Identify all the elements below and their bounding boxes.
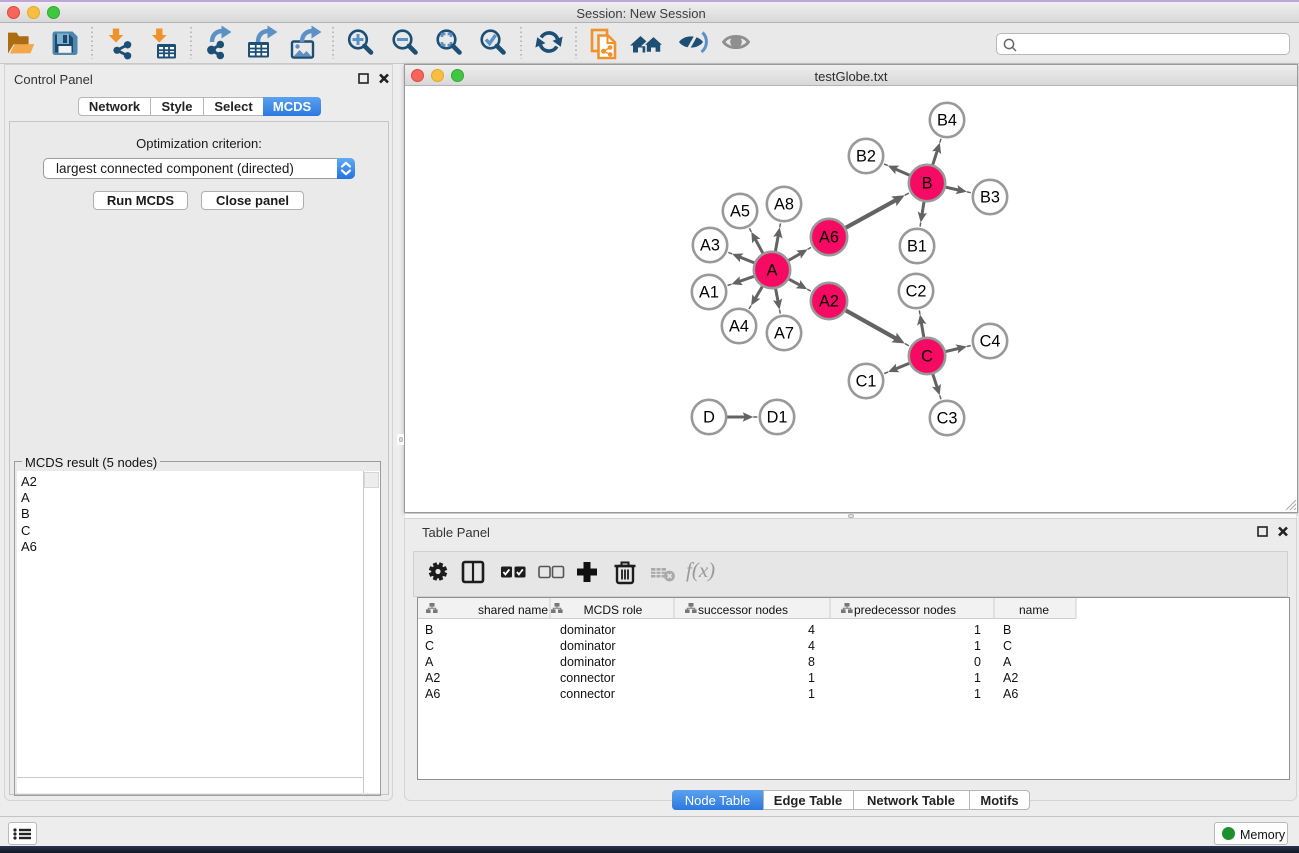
svg-text:A1: A1 bbox=[699, 284, 719, 302]
svg-text:C4: C4 bbox=[980, 333, 1001, 351]
svg-text:D: D bbox=[703, 409, 715, 427]
svg-text:B1: B1 bbox=[907, 238, 927, 256]
svg-text:B3: B3 bbox=[980, 189, 1000, 207]
svg-text:C1: C1 bbox=[856, 373, 877, 391]
svg-text:B4: B4 bbox=[937, 112, 957, 130]
svg-text:C3: C3 bbox=[937, 410, 958, 428]
svg-text:C2: C2 bbox=[906, 283, 927, 301]
svg-text:A4: A4 bbox=[729, 318, 749, 336]
svg-text:A: A bbox=[767, 262, 778, 280]
svg-text:B: B bbox=[922, 175, 933, 193]
svg-text:A7: A7 bbox=[774, 325, 794, 343]
svg-text:A3: A3 bbox=[700, 237, 720, 255]
svg-text:A8: A8 bbox=[774, 196, 794, 214]
svg-text:D1: D1 bbox=[767, 409, 788, 427]
svg-text:A6: A6 bbox=[819, 229, 839, 247]
svg-text:A2: A2 bbox=[819, 293, 839, 311]
svg-text:C: C bbox=[921, 348, 933, 366]
svg-text:B2: B2 bbox=[856, 148, 876, 166]
svg-text:A5: A5 bbox=[730, 203, 750, 221]
